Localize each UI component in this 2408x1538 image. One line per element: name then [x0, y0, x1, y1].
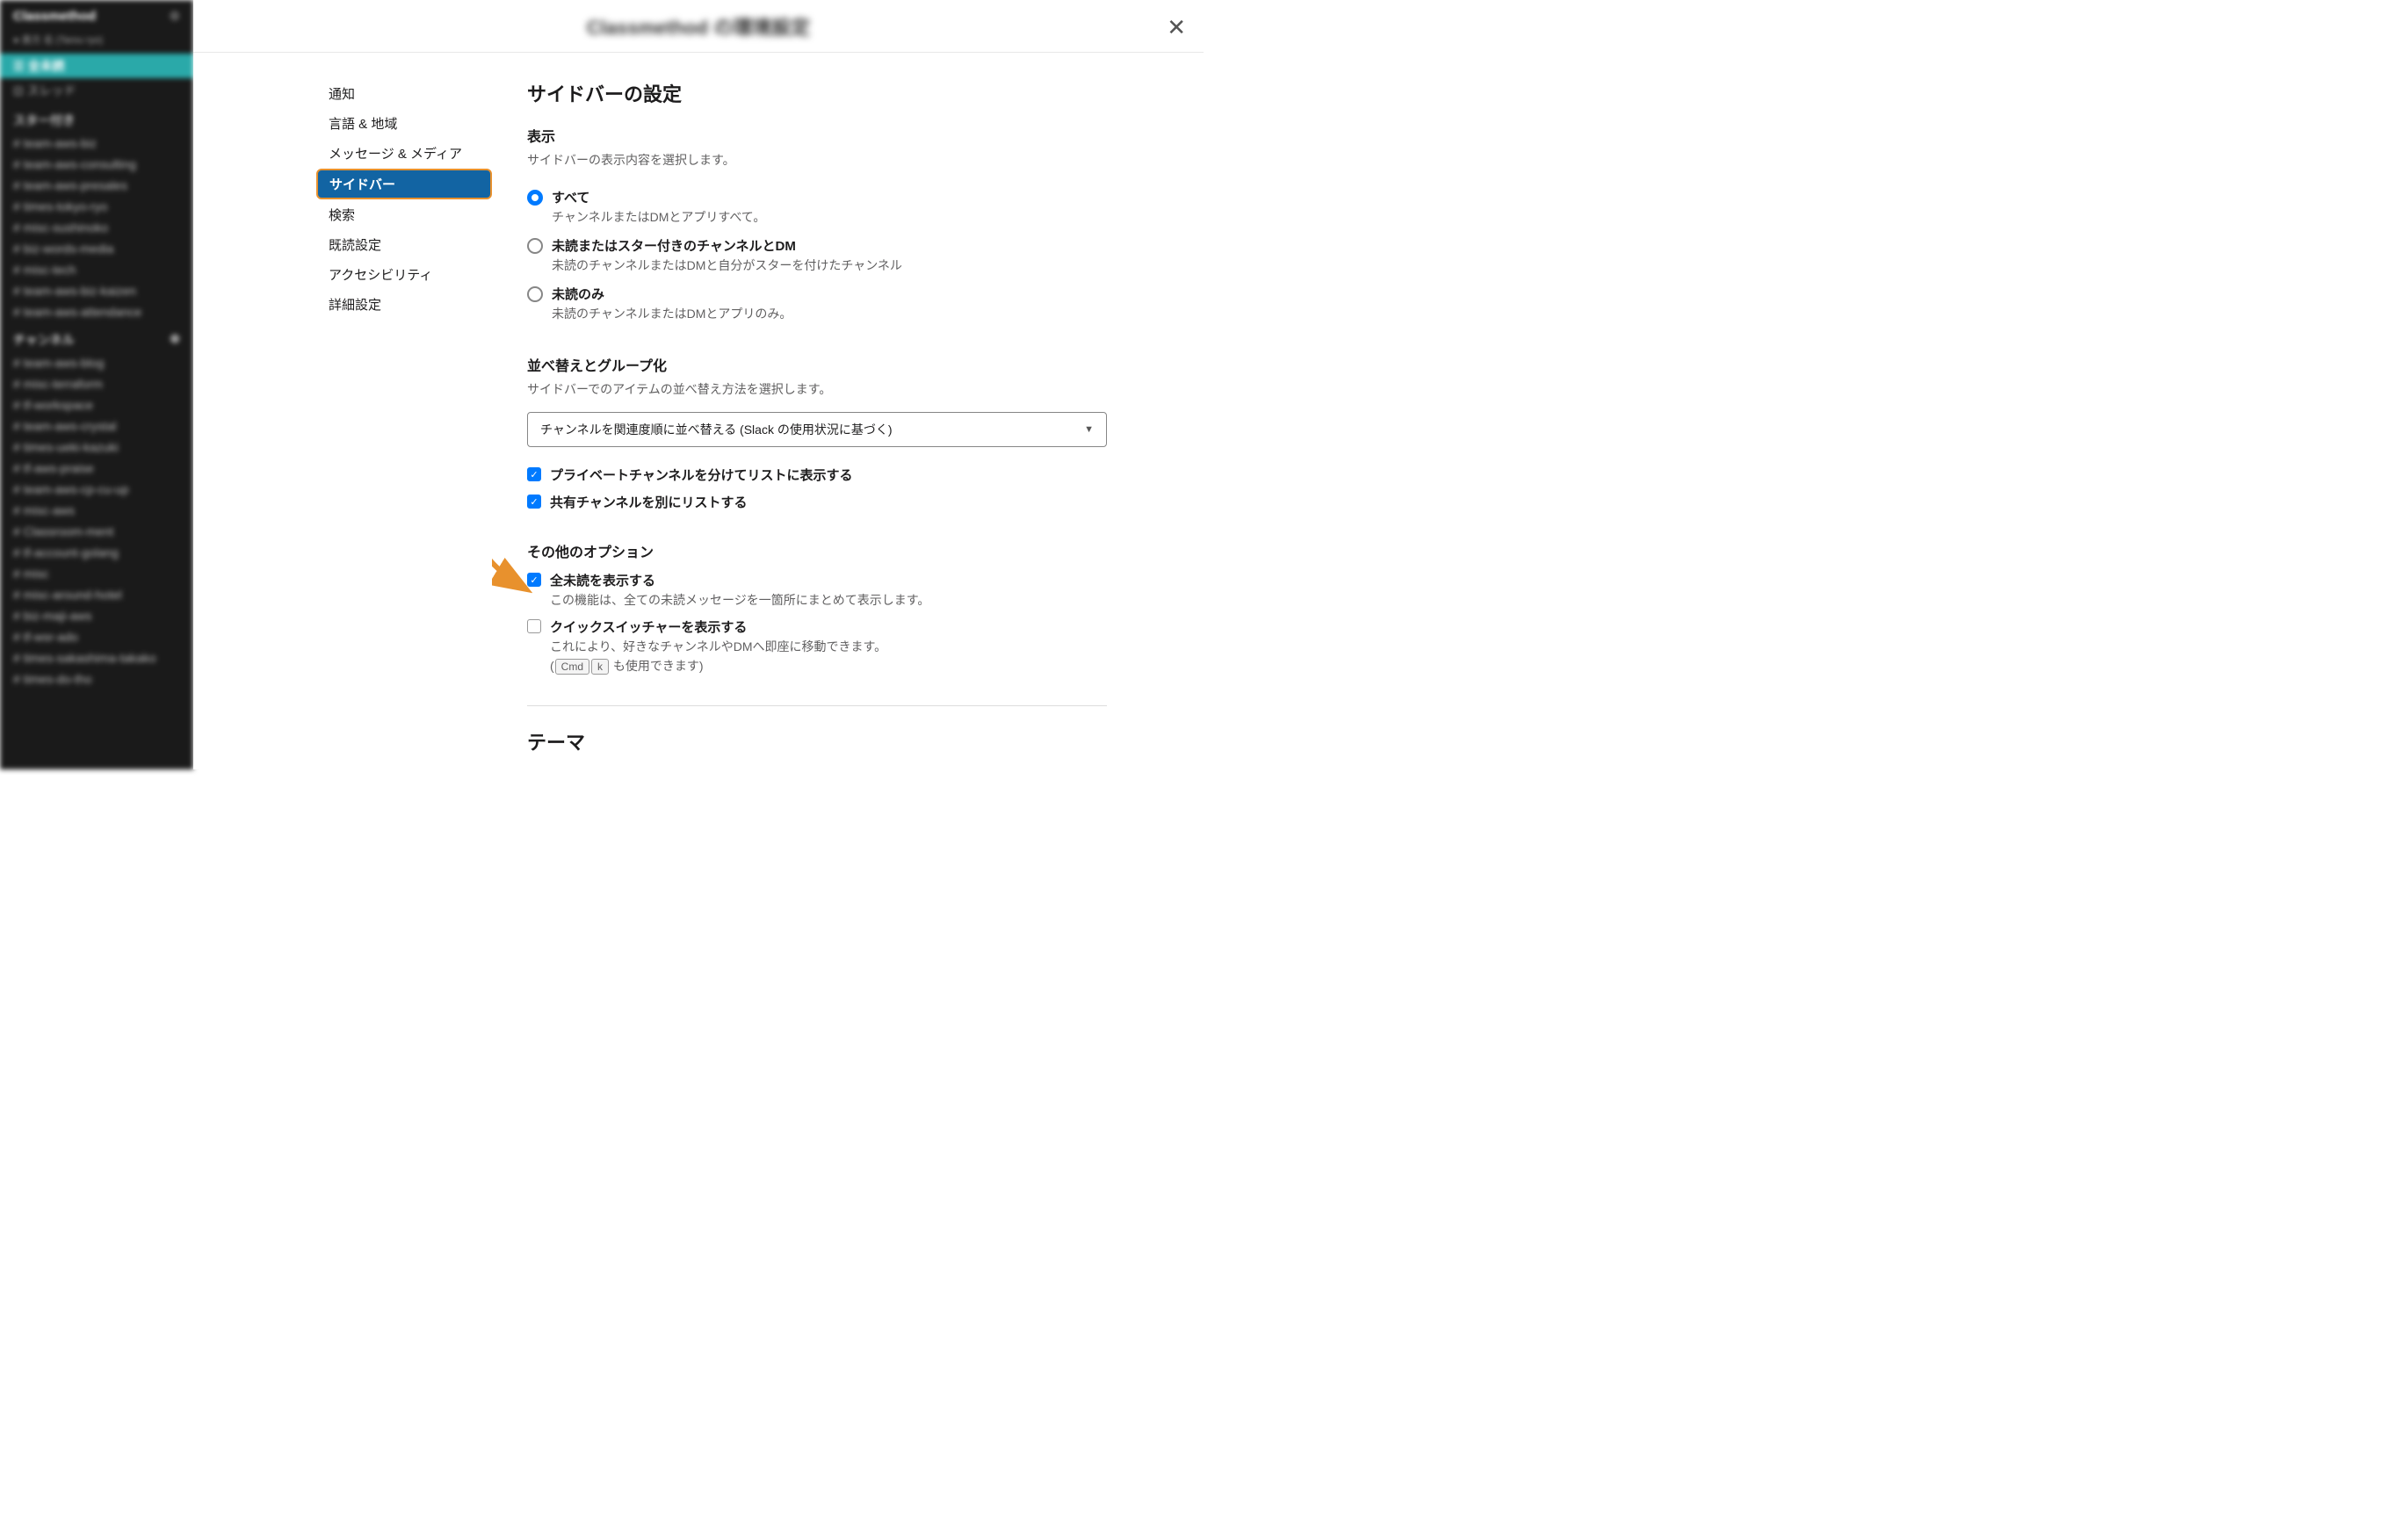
- section-divider: [527, 705, 1107, 706]
- annotation-arrow-icon: [492, 551, 534, 603]
- settings-content: サイドバーの設定 表示 サイドバーの表示内容を選択します。 すべて チャンネルま…: [492, 53, 1160, 769]
- sort-section-title: 並べ替えとグループ化: [527, 354, 1107, 375]
- sidebar-item[interactable]: # tf-account-golang: [0, 542, 193, 563]
- nav-item[interactable]: 検索: [316, 200, 492, 229]
- radio-desc: 未読のチャンネルまたはDMと自分がスターを付けたチャンネル: [552, 256, 1107, 274]
- checkbox-option[interactable]: ✓ 共有チャンネルを別にリストする: [527, 488, 1107, 516]
- kbd-key: Cmd: [555, 659, 589, 675]
- sidebar-item[interactable]: # misc: [0, 563, 193, 584]
- radio-desc: チャンネルまたはDMとアプリすべて。: [552, 208, 1107, 226]
- preferences-modal: Classmethod の環境設定 ✕ 通知言語 & 地域メッセージ & メディ…: [193, 0, 1204, 769]
- kbd-key: k: [591, 659, 609, 675]
- display-section-title: 表示: [527, 125, 1107, 146]
- add-channel-icon[interactable]: ⊕: [170, 331, 180, 349]
- checkbox[interactable]: ✓: [527, 467, 541, 481]
- sidebar-item[interactable]: # misc-terraform: [0, 373, 193, 394]
- sidebar-item[interactable]: # tf-aws-praise: [0, 458, 193, 479]
- modal-title: Classmethod の環境設定: [587, 12, 810, 40]
- other-section-title: その他のオプション: [527, 540, 1107, 561]
- checkbox-label: 全未読を表示する: [550, 571, 1107, 589]
- user-status: ● 貴方 名 (Tarou ryo): [0, 32, 193, 54]
- nav-item[interactable]: メッセージ & メディア: [316, 139, 492, 168]
- sidebar-item[interactable]: # Classroom-ment: [0, 521, 193, 542]
- sidebar-item[interactable]: # times-sakashima-takako: [0, 647, 193, 668]
- settings-nav: 通知言語 & 地域メッセージ & メディアサイドバー検索既読設定アクセシビリティ…: [193, 53, 492, 769]
- radio-option[interactable]: 未読またはスター付きのチャンネルとDM 未読のチャンネルまたはDMと自分がスター…: [527, 231, 1107, 279]
- sidebar-item[interactable]: # misc-tech: [0, 259, 193, 280]
- radio-button[interactable]: [527, 238, 543, 254]
- checkbox-option[interactable]: クイックスイッチャーを表示する これにより、好きなチャンネルやDMへ即座に移動で…: [527, 613, 1107, 679]
- checkbox[interactable]: ✓: [527, 495, 541, 509]
- nav-item[interactable]: アクセシビリティ: [316, 260, 492, 289]
- sidebar-item[interactable]: # team-aws-crystal: [0, 415, 193, 437]
- checkbox[interactable]: [527, 619, 541, 633]
- sidebar-channels-header[interactable]: チャンネル ⊕: [0, 322, 193, 352]
- slack-sidebar: Classmethod ⚙ ● 貴方 名 (Tarou ryo) ☰ 全未読 ⊡…: [0, 0, 193, 769]
- radio-option[interactable]: すべて チャンネルまたはDMとアプリすべて。: [527, 183, 1107, 231]
- display-section-desc: サイドバーの表示内容を選択します。: [527, 151, 1107, 169]
- workspace-name: Classmethod: [13, 9, 96, 24]
- radio-label: 未読またはスター付きのチャンネルとDM: [552, 236, 1107, 255]
- sidebar-item[interactable]: # misc-aws: [0, 500, 193, 521]
- nav-item[interactable]: サイドバー: [316, 169, 492, 199]
- theme-section-title: テーマ: [527, 727, 1107, 755]
- sidebar-threads[interactable]: ⊡ スレッド: [0, 78, 193, 103]
- checkbox-desc: これにより、好きなチャンネルやDMへ即座に移動できます。: [550, 638, 1107, 655]
- checkbox-label: プライベートチャンネルを分けてリストに表示する: [550, 466, 1107, 484]
- checkbox-option[interactable]: ✓ 全未読を表示する この機能は、全ての未読メッセージを一箇所にまとめて表示しま…: [527, 567, 1107, 613]
- sidebar-item[interactable]: # team-aws-blog: [0, 352, 193, 373]
- sidebar-item[interactable]: # team-aws-cp-cu-up: [0, 479, 193, 500]
- sidebar-item[interactable]: # team-aws-biz: [0, 133, 193, 154]
- sidebar-item[interactable]: # biz-maji-aws: [0, 605, 193, 626]
- sort-select-value: チャンネルを関連度順に並べ替える (Slack の使用状況に基づく): [540, 421, 893, 438]
- radio-option[interactable]: 未読のみ 未読のチャンネルまたはDMとアプリのみ。: [527, 279, 1107, 328]
- sidebar-item[interactable]: # times-tokyo-ryo: [0, 196, 193, 217]
- sidebar-starred-header[interactable]: スター付き: [0, 103, 193, 133]
- sidebar-item[interactable]: # biz-words-media: [0, 238, 193, 259]
- sidebar-item[interactable]: # times-ueki-kazuki: [0, 437, 193, 458]
- sidebar-item[interactable]: # team-aws-biz-kaizen: [0, 280, 193, 301]
- page-title: サイドバーの設定: [527, 79, 1107, 107]
- checkbox-option[interactable]: ✓ プライベートチャンネルを分けてリストに表示する: [527, 461, 1107, 488]
- radio-label: すべて: [552, 188, 1107, 206]
- sidebar-item[interactable]: # team-aws-presales: [0, 175, 193, 196]
- gear-icon[interactable]: ⚙: [169, 9, 180, 24]
- chevron-down-icon: ▼: [1084, 424, 1094, 435]
- shortcut-hint: (Cmdk も使用できます): [550, 657, 1107, 675]
- radio-desc: 未読のチャンネルまたはDMとアプリのみ。: [552, 305, 1107, 322]
- sidebar-all-unread[interactable]: ☰ 全未読: [0, 54, 193, 78]
- checkbox-label: 共有チャンネルを別にリストする: [550, 493, 1107, 511]
- modal-header: Classmethod の環境設定 ✕: [193, 0, 1204, 53]
- sidebar-item[interactable]: # misc-around-hotel: [0, 584, 193, 605]
- nav-item[interactable]: 言語 & 地域: [316, 109, 492, 138]
- nav-item[interactable]: 既読設定: [316, 230, 492, 259]
- checkbox-label: クイックスイッチャーを表示する: [550, 617, 1107, 636]
- display-radio-group: すべて チャンネルまたはDMとアプリすべて。 未読またはスター付きのチャンネルと…: [527, 183, 1107, 328]
- close-icon[interactable]: ✕: [1167, 16, 1186, 39]
- radio-button[interactable]: [527, 286, 543, 302]
- radio-button[interactable]: [527, 190, 543, 206]
- sidebar-item[interactable]: # tf-workspace: [0, 394, 193, 415]
- sidebar-item[interactable]: # team-aws-attendance: [0, 301, 193, 322]
- sidebar-item[interactable]: # times-do-tho: [0, 668, 193, 690]
- nav-item[interactable]: 詳細設定: [316, 290, 492, 319]
- nav-item[interactable]: 通知: [316, 79, 492, 108]
- sort-section-desc: サイドバーでのアイテムの並べ替え方法を選択します。: [527, 380, 1107, 398]
- radio-label: 未読のみ: [552, 285, 1107, 303]
- sort-select[interactable]: チャンネルを関連度順に並べ替える (Slack の使用状況に基づく) ▼: [527, 412, 1107, 447]
- sidebar-item[interactable]: # team-aws-consulting: [0, 154, 193, 175]
- sidebar-item[interactable]: # tf-wsr-ado: [0, 626, 193, 647]
- checkbox-desc: この機能は、全ての未読メッセージを一箇所にまとめて表示します。: [550, 591, 1107, 609]
- sidebar-item[interactable]: # misc-sushinoko: [0, 217, 193, 238]
